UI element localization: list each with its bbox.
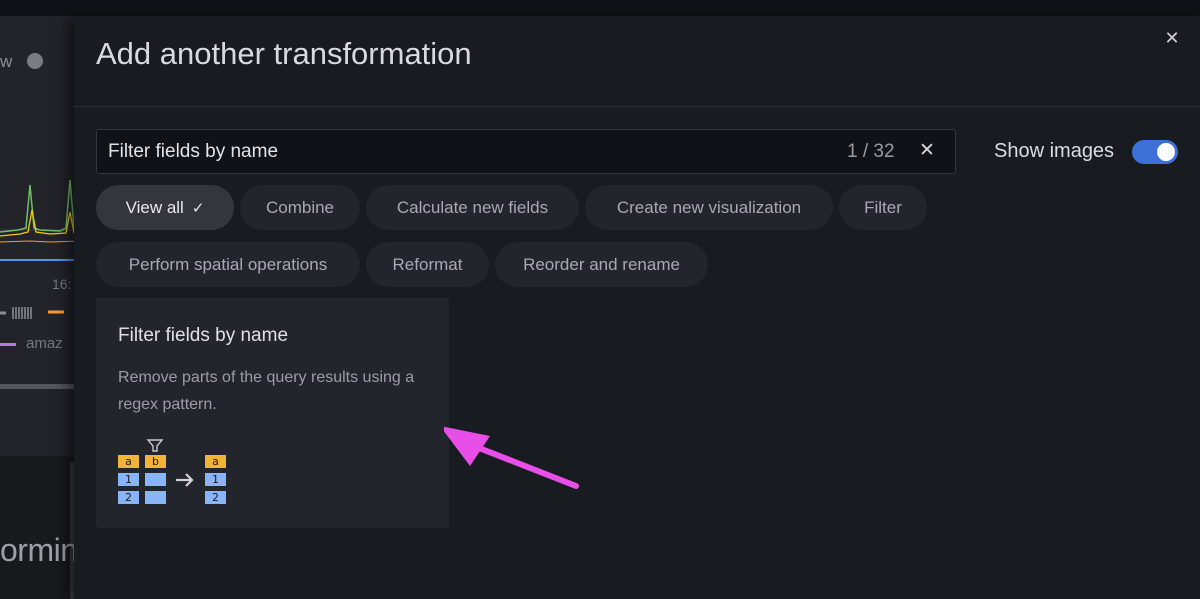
toggle-knob	[1157, 143, 1175, 161]
source-row-2: 2	[125, 491, 132, 504]
drawer-title: Add another transformation	[96, 36, 472, 71]
card-title: Filter fields by name	[118, 325, 289, 346]
search-result-count: 1 / 32	[847, 141, 895, 162]
filter-chip-combine[interactable]: Combine	[240, 185, 360, 230]
transformation-drawer: Add another transformation ✕ 1 / 32 ✕ Sh…	[74, 16, 1200, 599]
filter-chip-filter[interactable]: Filter	[839, 185, 927, 230]
background-partial-text: w	[0, 52, 13, 71]
filter-fields-illustration: a b 1 2 a 1 2	[118, 439, 226, 504]
background-axis-tick: 16:	[52, 276, 72, 292]
clear-search-icon[interactable]: ✕	[919, 139, 935, 162]
chip-label: Combine	[265, 197, 335, 217]
filter-chip-perform-spatial-operations[interactable]: Perform spatial operations	[96, 242, 360, 287]
annotation-arrow-icon	[444, 426, 579, 489]
filter-chip-create-new-visualization[interactable]: Create new visualization	[585, 185, 833, 230]
chip-label: Reformat	[392, 254, 463, 274]
transformation-search: 1 / 32 ✕	[96, 129, 956, 174]
show-images-toggle[interactable]	[1132, 140, 1178, 164]
result-header-a: a	[212, 455, 219, 468]
filter-chip-reorder-and-rename[interactable]: Reorder and rename	[495, 242, 708, 287]
background-separator	[0, 384, 80, 389]
chip-label: Calculate new fields	[396, 197, 549, 217]
show-images-label: Show images	[994, 140, 1115, 162]
result-row-1: 1	[212, 473, 219, 486]
background-topbar	[0, 0, 80, 16]
background-large-text: ormin	[0, 532, 78, 568]
background-dashboard: w 16: amaz ormin	[0, 0, 80, 599]
result-row-2: 2	[212, 491, 219, 504]
funnel-icon	[146, 439, 164, 452]
background-legend-item: amaz	[0, 335, 63, 352]
close-drawer-button[interactable]: ✕	[1162, 28, 1182, 48]
background-graph	[0, 179, 80, 261]
filter-chip-calculate-new-fields[interactable]: Calculate new fields	[366, 185, 579, 230]
background-dot	[27, 53, 43, 69]
source-row-1: 1	[125, 473, 132, 486]
filter-chip-view-all[interactable]: View all ✓	[96, 185, 234, 230]
chip-label: Reorder and rename	[523, 254, 680, 274]
chip-label: Create new visualization	[616, 197, 802, 217]
chip-label: View all	[125, 197, 184, 217]
transformation-card-filter-fields-by-name[interactable]: Filter fields by name Remove parts of th…	[96, 298, 449, 528]
source-header-a: a	[125, 455, 132, 468]
close-icon: ✕	[1164, 27, 1180, 48]
background-legend-row	[0, 307, 64, 319]
search-input[interactable]	[97, 130, 797, 173]
arrow-right-icon	[176, 473, 194, 487]
background-lower-panel	[0, 456, 80, 599]
chip-label: Filter	[864, 197, 902, 217]
source-header-b: b	[152, 455, 159, 468]
checkmark-icon: ✓	[191, 199, 205, 217]
card-description: Remove parts of the query results using …	[118, 369, 415, 413]
chip-label: Perform spatial operations	[128, 254, 328, 274]
header-divider	[74, 106, 1200, 107]
filter-chip-reformat[interactable]: Reformat	[366, 242, 489, 287]
